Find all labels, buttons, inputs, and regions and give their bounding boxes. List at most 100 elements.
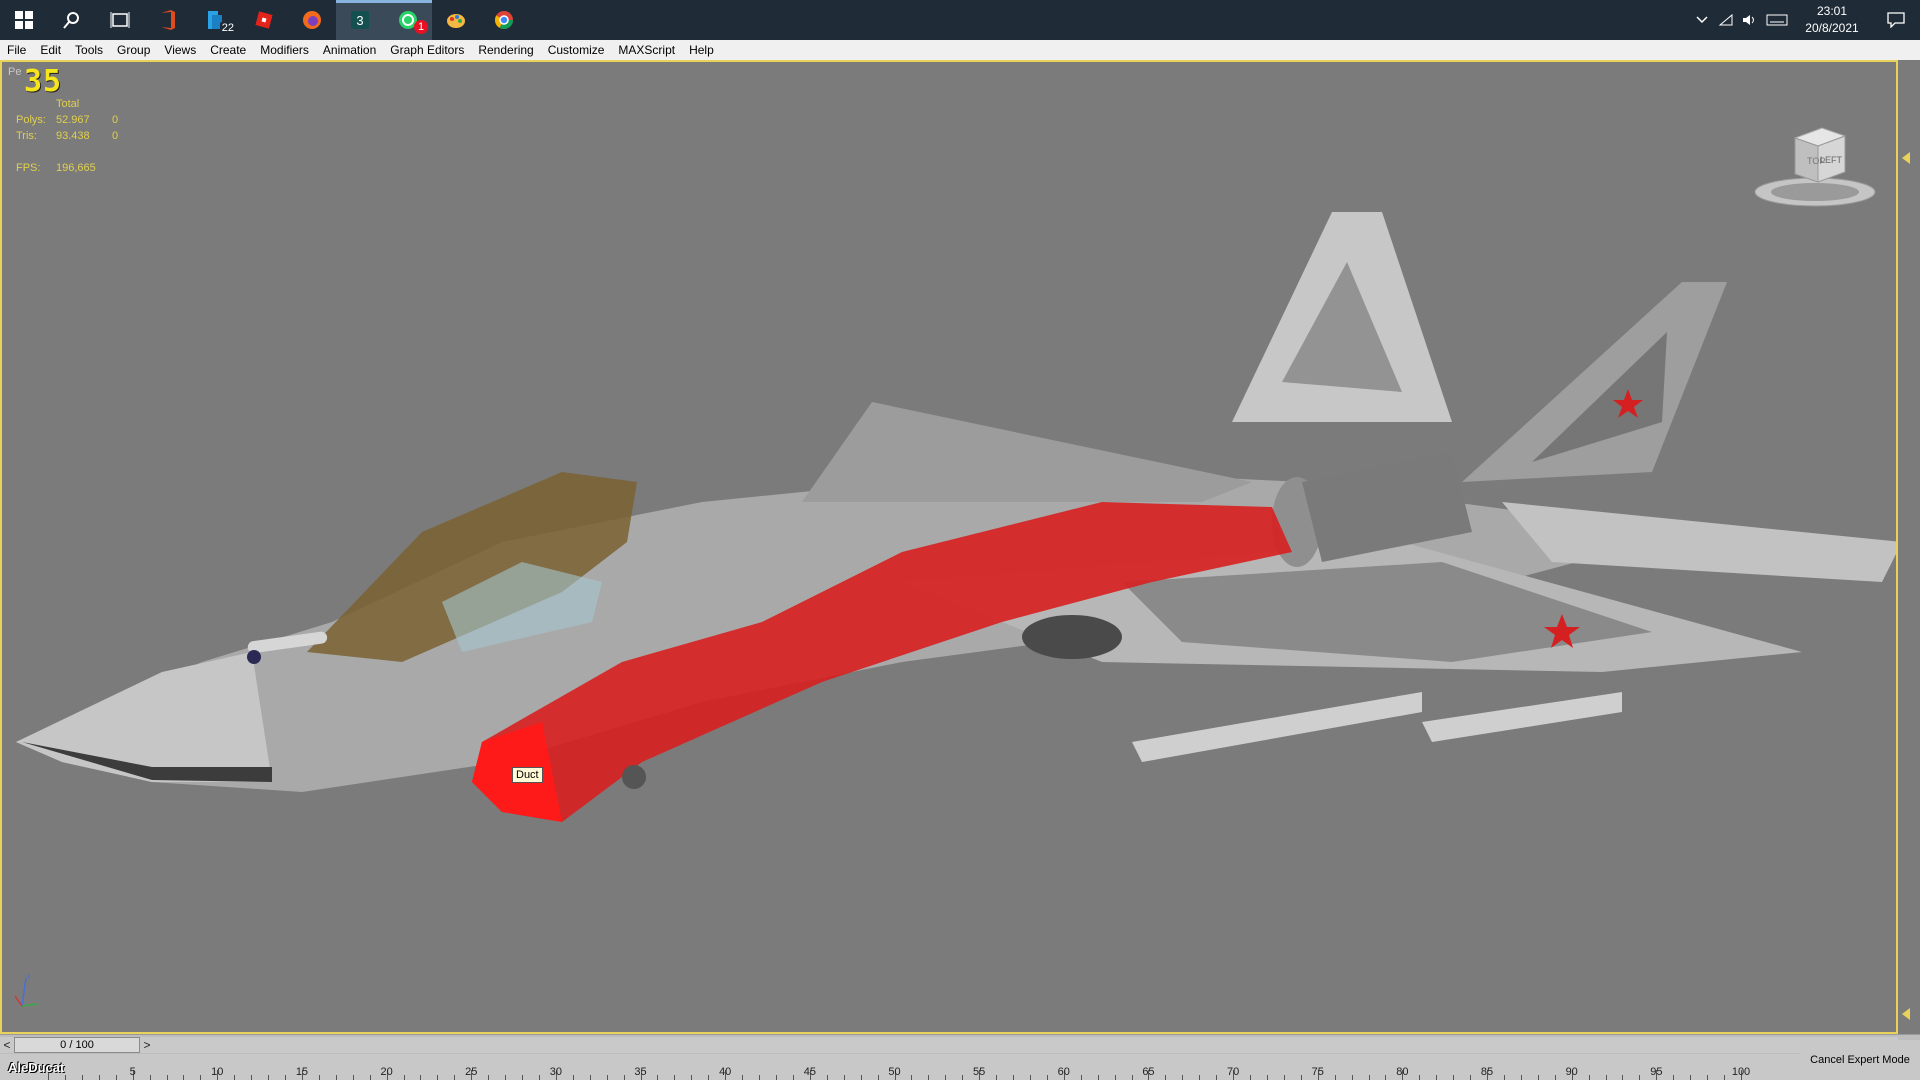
frame-tick-label: 60: [1057, 1066, 1070, 1078]
whatsapp-badge: 1: [414, 20, 428, 34]
jet-model[interactable]: [2, 62, 1896, 1032]
frame-tick-label: 95: [1650, 1066, 1663, 1078]
frame-tick: [928, 1075, 930, 1080]
frame-tick: [1266, 1075, 1268, 1080]
frame-tick: [1503, 1075, 1505, 1080]
scroll-marker-bottom-icon: [1902, 1008, 1910, 1020]
menu-help[interactable]: Help: [682, 40, 721, 60]
frame-tick: [1537, 1075, 1539, 1080]
frame-tick: [488, 1075, 490, 1080]
menu-modifiers[interactable]: Modifiers: [253, 40, 316, 60]
3dsmax-icon[interactable]: 3: [336, 0, 384, 40]
frame-tick: [1639, 1075, 1641, 1080]
axis-tripod-icon: z: [14, 973, 39, 1007]
frame-tick: [606, 1075, 608, 1080]
frame-tick: [775, 1075, 777, 1080]
frame-tick: [945, 1075, 947, 1080]
frame-tick-label: 90: [1565, 1066, 1578, 1078]
menu-file[interactable]: File: [0, 40, 33, 60]
track-bar[interactable]: 5 10 15 20 25 30 35 40 45 50 55 60 65 70 75 80 85 90 95 100: [0, 1054, 1800, 1080]
frame-tick-label: 55: [973, 1066, 986, 1078]
viewport-label[interactable]: Pe: [8, 66, 21, 78]
menu-edit[interactable]: Edit: [33, 40, 68, 60]
whatsapp-icon[interactable]: 1: [384, 0, 432, 40]
viewport-right-strip: [1898, 60, 1920, 1034]
clock[interactable]: 23:01 20/8/2021: [1792, 3, 1872, 37]
time-slider-thumb[interactable]: 0 / 100: [14, 1037, 140, 1053]
frame-tick: [1673, 1075, 1675, 1080]
perspective-viewport[interactable]: Pe 35 Total Polys: 52.967 0 Tris: 93.438…: [0, 60, 1898, 1034]
frame-tick: [1470, 1075, 1472, 1080]
frame-tick-label: 35: [634, 1066, 647, 1078]
volume-icon[interactable]: [1738, 0, 1762, 40]
polys-label: Polys:: [16, 114, 46, 126]
frame-tick-label: 30: [549, 1066, 563, 1078]
menu-animation[interactable]: Animation: [316, 40, 383, 60]
frame-tick-label: 80: [1396, 1066, 1409, 1078]
frame-tick: [911, 1075, 913, 1080]
menu-maxscript[interactable]: MAXScript: [611, 40, 682, 60]
tris-selected: 0: [112, 130, 119, 142]
frame-tick: [81, 1075, 83, 1080]
frame-tick-label: 75: [1311, 1066, 1324, 1078]
network-icon[interactable]: [1714, 0, 1738, 40]
frame-tick: [285, 1075, 287, 1080]
frame-tick: [352, 1075, 354, 1080]
time-slider[interactable]: < 0 / 100 >: [0, 1034, 1920, 1055]
frame-tick: [674, 1075, 676, 1080]
frame-tick: [98, 1075, 100, 1080]
frame-tick: [149, 1075, 151, 1080]
task-view-icon[interactable]: [96, 0, 144, 40]
viewcube-icon[interactable]: TOP LEFT: [1750, 120, 1880, 210]
menu-views[interactable]: Views: [157, 40, 203, 60]
keyboard-icon[interactable]: [1762, 0, 1792, 40]
roblox-icon[interactable]: [240, 0, 288, 40]
polys-value: 52.967: [56, 114, 90, 126]
notification-icon[interactable]: [1872, 12, 1920, 28]
frame-tick: [1029, 1075, 1031, 1080]
tris-value: 93.438: [56, 130, 90, 142]
cancel-expert-mode-button[interactable]: Cancel Expert Mode: [1800, 1040, 1920, 1080]
frame-tick: [437, 1075, 439, 1080]
chevron-up-icon[interactable]: [1690, 0, 1714, 40]
menu-create[interactable]: Create: [203, 40, 253, 60]
frame-tick: [1182, 1075, 1184, 1080]
search-icon[interactable]: [48, 0, 96, 40]
menu-tools[interactable]: Tools: [68, 40, 110, 60]
time-slider-next-button[interactable]: >: [140, 1037, 154, 1053]
frame-tick: [1368, 1075, 1370, 1080]
menu-customize[interactable]: Customize: [541, 40, 612, 60]
frame-tick: [1131, 1075, 1133, 1080]
chrome-icon[interactable]: [480, 0, 528, 40]
svg-text:z: z: [27, 973, 31, 980]
frame-tick: [1419, 1075, 1421, 1080]
frame-tick: [166, 1075, 168, 1080]
user-watermark: AleDucat: [8, 1060, 65, 1075]
time-slider-track[interactable]: [0, 1037, 1898, 1053]
frame-tick: [1605, 1075, 1607, 1080]
frame-tick: [1724, 1075, 1726, 1080]
frame-tick: [251, 1075, 253, 1080]
frame-tick: [234, 1075, 236, 1080]
frame-tick: [1436, 1075, 1438, 1080]
frame-tick: [826, 1075, 828, 1080]
menu-group[interactable]: Group: [110, 40, 157, 60]
frame-tick-label: 40: [719, 1066, 732, 1078]
stats-header: Total: [56, 98, 80, 110]
frame-tick: [183, 1075, 185, 1080]
frame-tick: [1622, 1075, 1624, 1080]
paint-icon[interactable]: [432, 0, 480, 40]
fps-label: FPS:: [16, 162, 41, 174]
windows-start-icon[interactable]: [0, 0, 48, 40]
folder-icon[interactable]: 22: [192, 0, 240, 40]
menu-graph-editors[interactable]: Graph Editors: [383, 40, 471, 60]
time-slider-prev-button[interactable]: <: [0, 1037, 14, 1053]
frame-tick-label: 25: [465, 1066, 478, 1078]
frame-tick: [1165, 1075, 1167, 1080]
frame-tick: [1690, 1075, 1692, 1080]
office-icon[interactable]: [144, 0, 192, 40]
menu-rendering[interactable]: Rendering: [471, 40, 540, 60]
frame-tick: [200, 1075, 202, 1080]
tris-label: Tris:: [16, 130, 37, 142]
firefox-icon[interactable]: [288, 0, 336, 40]
